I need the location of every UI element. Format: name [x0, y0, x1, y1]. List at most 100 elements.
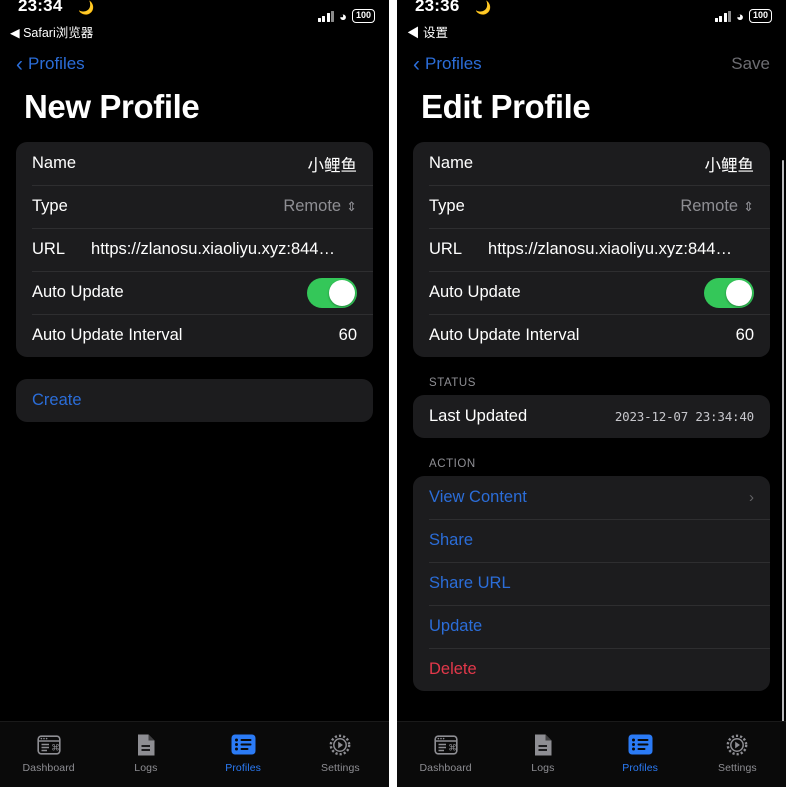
tab-bar: ⌘ Dashboard Logs Profiles Settings	[397, 721, 786, 787]
cellular-bars-icon	[714, 10, 732, 22]
row-name[interactable]: Name 小鲤鱼	[413, 142, 770, 185]
page-title: New Profile	[24, 88, 200, 125]
name-field-value[interactable]: 小鲤鱼	[705, 152, 755, 176]
row-type[interactable]: Type Remote ⇕	[16, 185, 373, 228]
row-url[interactable]: URL https://zlanosu.xiaoliyu.xyz:844…	[413, 228, 770, 271]
dashboard-window-icon: ⌘	[434, 732, 458, 758]
row-url[interactable]: URL https://zlanosu.xiaoliyu.xyz:844…	[16, 228, 373, 271]
tab-settings[interactable]: Settings	[292, 732, 389, 774]
toggle-knob	[726, 279, 752, 306]
dashboard-window-icon: ⌘	[37, 732, 61, 758]
row-label: Auto Update Interval	[32, 326, 183, 344]
scroll-content: New Profile Name 小鲤鱼 Type Remote ⇕ URL h…	[0, 82, 389, 721]
nav-bar: ‹ Profiles	[0, 46, 389, 82]
back-button-label: Profiles	[425, 54, 482, 73]
action-label: Share	[429, 531, 474, 549]
row-label: URL	[32, 240, 66, 258]
phone-screen-edit-profile: 23:36 🌙 ◀ 设置 ◕ 100 ‹ Profiles Save Edit …	[397, 0, 786, 787]
action-label: Update	[429, 617, 483, 635]
row-label: Auto Update	[429, 283, 521, 301]
action-label: View Content	[429, 488, 527, 506]
nav-bar: ‹ Profiles Save	[397, 46, 786, 82]
profile-form-group: Name 小鲤鱼 Type Remote ⇕ URL https://zlano…	[413, 142, 770, 357]
tab-label: Logs	[134, 761, 158, 774]
row-type[interactable]: Type Remote ⇕	[413, 185, 770, 228]
row-name[interactable]: Name 小鲤鱼	[16, 142, 373, 185]
row-auto-update-interval[interactable]: Auto Update Interval 60	[16, 314, 373, 357]
wifi-icon: ◕	[736, 8, 744, 24]
row-auto-update[interactable]: Auto Update	[413, 271, 770, 314]
back-button-label: Profiles	[28, 54, 85, 73]
svg-text:⌘: ⌘	[448, 743, 457, 753]
back-to-app-label[interactable]: ◀ Safari浏览器	[10, 22, 93, 41]
auto-update-toggle[interactable]	[704, 277, 754, 308]
action-share[interactable]: Share	[413, 519, 770, 562]
tab-logs[interactable]: Logs	[97, 732, 194, 774]
auto-update-interval-value[interactable]: 60	[736, 326, 754, 345]
moon-icon: 🌙	[78, 0, 95, 15]
row-label: URL	[429, 240, 463, 258]
type-picker-value[interactable]: Remote ⇕	[680, 197, 754, 216]
tab-dashboard[interactable]: ⌘ Dashboard	[0, 732, 97, 774]
row-label: Auto Update Interval	[429, 326, 580, 344]
status-time: 23:34	[18, 0, 63, 15]
moon-icon: 🌙	[475, 0, 492, 15]
tab-label: Dashboard	[419, 761, 472, 774]
chevron-updown-icon: ⇕	[346, 198, 357, 214]
save-button[interactable]: Save	[731, 54, 770, 74]
type-picker-value[interactable]: Remote ⇕	[283, 197, 357, 216]
action-share-url[interactable]: Share URL	[413, 562, 770, 605]
cellular-bars-icon	[317, 10, 335, 22]
type-value-text: Remote	[283, 197, 342, 215]
status-bar: 23:36 🌙 ◀ 设置 ◕ 100	[397, 0, 786, 46]
action-view-content[interactable]: View Content ›	[413, 476, 770, 519]
auto-update-toggle[interactable]	[307, 277, 357, 308]
back-to-app-label[interactable]: ◀ 设置	[407, 22, 448, 41]
vertical-scrollbar[interactable]	[781, 160, 784, 721]
tab-label: Logs	[531, 761, 555, 774]
phone-screen-new-profile: 23:34 🌙 ◀ Safari浏览器 ◕ 100 ‹ Profiles New…	[0, 0, 389, 787]
back-button[interactable]: ‹ Profiles	[413, 54, 482, 75]
gear-icon	[328, 732, 352, 758]
action-label: Delete	[429, 660, 477, 678]
action-update[interactable]: Update	[413, 605, 770, 648]
tab-label: Profiles	[622, 761, 659, 774]
status-time: 23:36	[415, 0, 460, 15]
back-button[interactable]: ‹ Profiles	[16, 54, 85, 75]
row-label: Name	[429, 154, 474, 172]
gear-icon	[725, 732, 749, 758]
action-label: Share URL	[429, 574, 511, 592]
last-updated-value: 2023-12-07 23:34:40	[614, 409, 754, 424]
tab-label: Settings	[718, 761, 757, 774]
chevron-right-icon: ›	[749, 489, 754, 506]
url-field-value[interactable]: https://zlanosu.xiaoliyu.xyz:844…	[91, 240, 335, 259]
tab-dashboard[interactable]: ⌘ Dashboard	[397, 732, 494, 774]
action-delete[interactable]: Delete	[413, 648, 770, 691]
tab-bar: ⌘ Dashboard Logs Profiles Settings	[0, 721, 389, 787]
row-label: Auto Update	[32, 283, 124, 301]
tab-logs[interactable]: Logs	[494, 732, 591, 774]
auto-update-interval-value[interactable]: 60	[339, 326, 357, 345]
document-icon	[533, 732, 553, 758]
battery-indicator: 100	[748, 9, 772, 23]
document-icon	[136, 732, 156, 758]
chevron-updown-icon: ⇕	[743, 198, 754, 214]
tab-profiles[interactable]: Profiles	[195, 732, 292, 774]
profile-form-group: Name 小鲤鱼 Type Remote ⇕ URL https://zlano…	[16, 142, 373, 357]
row-label: Name	[32, 154, 77, 172]
tab-settings[interactable]: Settings	[689, 732, 786, 774]
row-auto-update[interactable]: Auto Update	[16, 271, 373, 314]
name-field-value[interactable]: 小鲤鱼	[308, 152, 358, 176]
tab-profiles[interactable]: Profiles	[592, 732, 689, 774]
page-title: Edit Profile	[421, 88, 591, 125]
url-field-value[interactable]: https://zlanosu.xiaoliyu.xyz:844…	[488, 240, 732, 259]
create-button[interactable]: Create	[16, 379, 373, 422]
action-section-header: ACTION	[429, 458, 476, 470]
row-label: Type	[429, 197, 465, 215]
tab-label: Profiles	[225, 761, 262, 774]
list-icon	[628, 732, 653, 758]
action-group: View Content › Share Share URL Update De…	[413, 476, 770, 691]
status-section-header: STATUS	[429, 377, 476, 389]
status-indicators: ◕ 100	[714, 8, 772, 24]
row-auto-update-interval[interactable]: Auto Update Interval 60	[413, 314, 770, 357]
